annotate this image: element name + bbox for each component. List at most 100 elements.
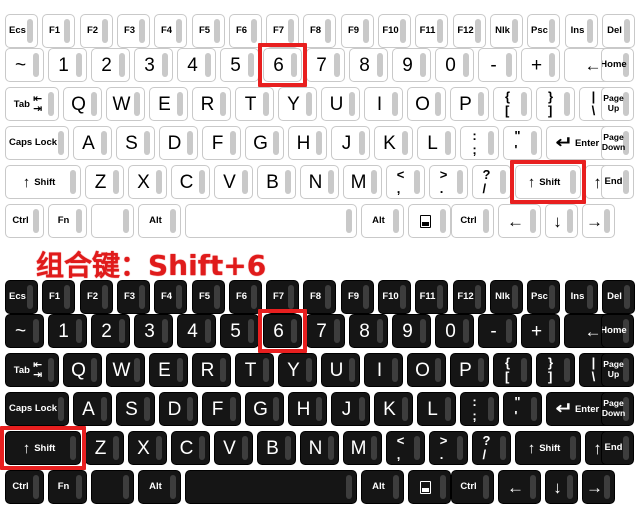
key-j[interactable]: J — [331, 392, 370, 426]
key-alt-right[interactable]: Alt — [361, 470, 404, 504]
key-caps-lock[interactable]: Caps Lock — [5, 392, 69, 426]
key-k[interactable]: K — [374, 392, 413, 426]
key-u[interactable]: U — [321, 87, 360, 121]
key-del[interactable]: Del — [602, 280, 635, 314]
key-page-up[interactable]: Page Up — [601, 353, 634, 387]
key-f10[interactable]: F10 — [378, 14, 411, 48]
key-r[interactable]: R — [192, 87, 231, 121]
key-v[interactable]: V — [214, 431, 253, 465]
key-win-left[interactable] — [91, 470, 134, 504]
key-b[interactable]: B — [257, 165, 296, 199]
key-del[interactable]: Del — [602, 14, 635, 48]
key-ctrl-left[interactable]: Ctrl — [5, 470, 44, 504]
key-tab[interactable]: Tab ⇤ ⇥ — [5, 353, 59, 387]
key-6[interactable]: 6 — [263, 314, 302, 348]
key-tilde[interactable]: ~ — [5, 48, 44, 82]
key-tilde[interactable]: ~ — [5, 314, 44, 348]
key-a[interactable]: A — [73, 126, 112, 160]
key-g[interactable]: G — [245, 392, 284, 426]
key-win-left[interactable] — [91, 204, 134, 238]
key-y[interactable]: Y — [278, 353, 317, 387]
key-arrow-down[interactable]: ↓ — [545, 204, 578, 238]
key-f3[interactable]: F3 — [117, 14, 150, 48]
key-f4[interactable]: F4 — [154, 280, 187, 314]
key-f5[interactable]: F5 — [192, 14, 225, 48]
key-bracket-left[interactable]: {[ — [493, 87, 532, 121]
key-2[interactable]: 2 — [91, 48, 130, 82]
key-f[interactable]: F — [202, 126, 241, 160]
key-4[interactable]: 4 — [177, 314, 216, 348]
key-f7[interactable]: F7 — [266, 280, 299, 314]
key-f6[interactable]: F6 — [229, 14, 262, 48]
key-f10[interactable]: F10 — [378, 280, 411, 314]
key-i[interactable]: I — [364, 87, 403, 121]
key-menu[interactable] — [408, 470, 451, 504]
key-end[interactable]: End — [601, 431, 634, 465]
key-fn[interactable]: Fn — [48, 470, 87, 504]
key-f1[interactable]: F1 — [42, 280, 75, 314]
key-quote[interactable]: " ' — [503, 392, 542, 426]
key-f2[interactable]: F2 — [80, 280, 113, 314]
key-g[interactable]: G — [245, 126, 284, 160]
key-alt-right[interactable]: Alt — [361, 204, 404, 238]
key-shift-right[interactable]: ↑ Shift — [515, 431, 581, 465]
key-0[interactable]: 0 — [435, 48, 474, 82]
key-k[interactable]: K — [374, 126, 413, 160]
key-1[interactable]: 1 — [48, 48, 87, 82]
key-b[interactable]: B — [257, 431, 296, 465]
key-p[interactable]: P — [450, 353, 489, 387]
key-u[interactable]: U — [321, 353, 360, 387]
key-e[interactable]: E — [149, 353, 188, 387]
key-1[interactable]: 1 — [48, 314, 87, 348]
key-h[interactable]: H — [288, 126, 327, 160]
key-x[interactable]: X — [128, 165, 167, 199]
key-8[interactable]: 8 — [349, 314, 388, 348]
key-esc[interactable]: Ecs — [5, 280, 38, 314]
key-d[interactable]: D — [159, 126, 198, 160]
key-7[interactable]: 7 — [306, 314, 345, 348]
key-semicolon[interactable]: :; — [460, 392, 499, 426]
key-comma[interactable]: <, — [386, 165, 425, 199]
key-o[interactable]: O — [407, 353, 446, 387]
key-ctrl-right[interactable]: Ctrl — [451, 204, 494, 238]
key-esc[interactable]: Ecs — [5, 14, 38, 48]
key-f1[interactable]: F1 — [42, 14, 75, 48]
key-caps-lock[interactable]: Caps Lock — [5, 126, 69, 160]
key-0[interactable]: 0 — [435, 314, 474, 348]
key-a[interactable]: A — [73, 392, 112, 426]
key-home[interactable]: Home — [601, 314, 634, 348]
key-bracket-right[interactable]: }] — [536, 353, 575, 387]
key-page-down[interactable]: Page Down — [601, 392, 634, 426]
key-d[interactable]: D — [159, 392, 198, 426]
key-space[interactable] — [185, 204, 357, 238]
key-bracket-left[interactable]: {[ — [493, 353, 532, 387]
key-w[interactable]: W — [106, 87, 145, 121]
key-ctrl-right[interactable]: Ctrl — [451, 470, 494, 504]
key-comma[interactable]: <, — [386, 431, 425, 465]
key-s[interactable]: S — [116, 126, 155, 160]
key-arrow-left[interactable]: ← — [498, 470, 541, 504]
key-8[interactable]: 8 — [349, 48, 388, 82]
key-menu[interactable] — [408, 204, 451, 238]
key-period[interactable]: >. — [429, 165, 468, 199]
key-q[interactable]: Q — [63, 87, 102, 121]
key-f12[interactable]: F12 — [453, 280, 486, 314]
key-m[interactable]: M — [343, 431, 382, 465]
key-slash[interactable]: ? / — [472, 165, 511, 199]
key-j[interactable]: J — [331, 126, 370, 160]
key-f9[interactable]: F9 — [341, 280, 374, 314]
key-nlk[interactable]: Nlk — [490, 280, 523, 314]
key-page-down[interactable]: Page Down — [601, 126, 634, 160]
key-7[interactable]: 7 — [306, 48, 345, 82]
key-s[interactable]: S — [116, 392, 155, 426]
key-5[interactable]: 5 — [220, 314, 259, 348]
key-9[interactable]: 9 — [392, 48, 431, 82]
key-f7[interactable]: F7 — [266, 14, 299, 48]
key-f11[interactable]: F11 — [415, 280, 448, 314]
key-tab[interactable]: Tab ⇤ ⇥ — [5, 87, 59, 121]
key-n[interactable]: N — [300, 165, 339, 199]
key-l[interactable]: L — [417, 392, 456, 426]
key-5[interactable]: 5 — [220, 48, 259, 82]
key-f11[interactable]: F11 — [415, 14, 448, 48]
key-quote[interactable]: " ' — [503, 126, 542, 160]
